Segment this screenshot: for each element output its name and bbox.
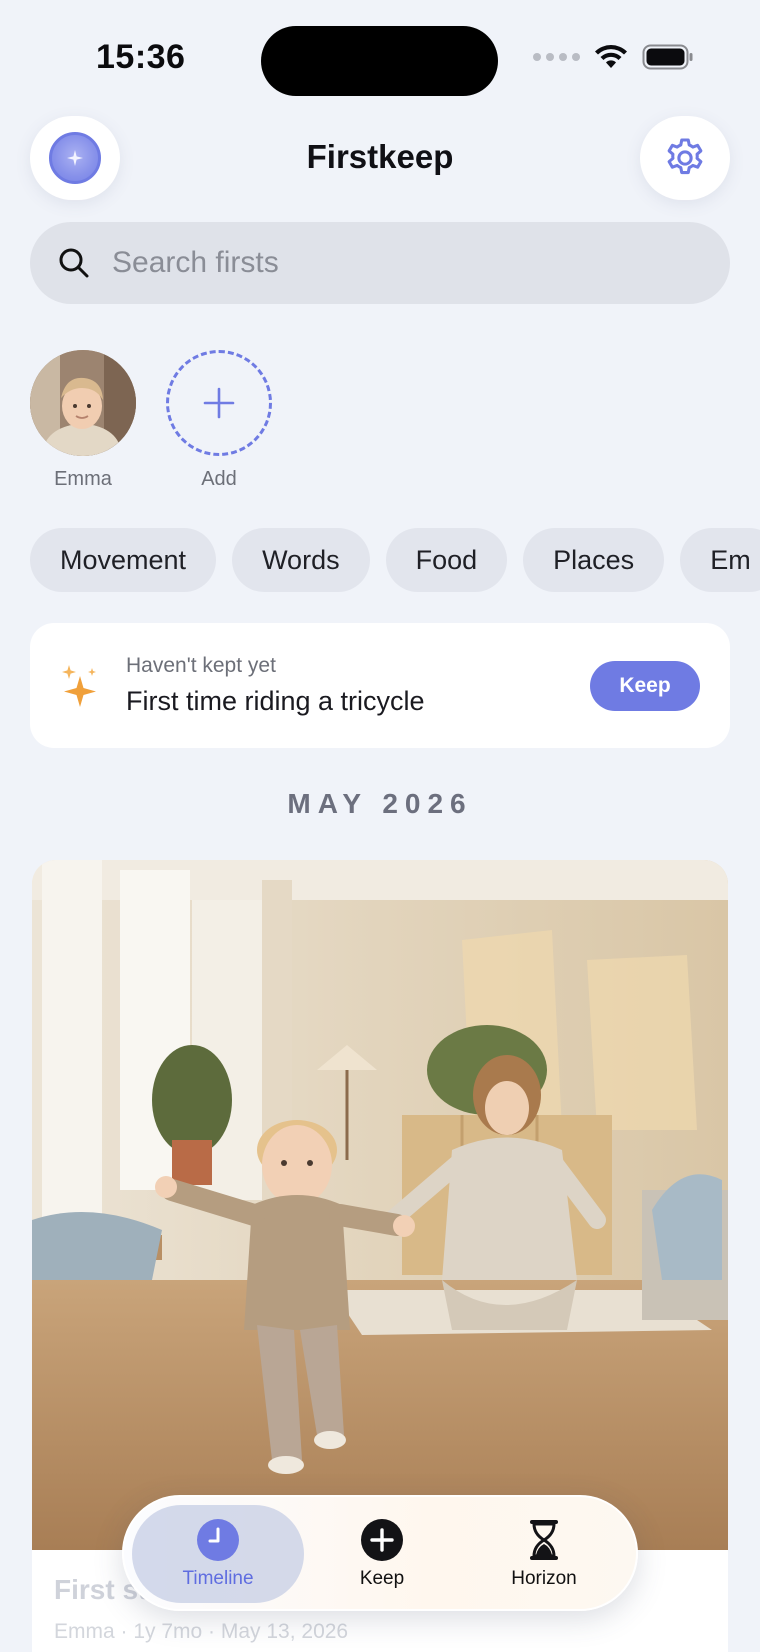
battery-icon: [642, 44, 693, 70]
app-header: Firstkeep: [30, 116, 730, 202]
reminder-text: Haven't kept yet First time riding a tri…: [126, 654, 590, 717]
chip-food[interactable]: Food: [385, 528, 508, 592]
clock-icon: [197, 1519, 239, 1561]
chip-words[interactable]: Words: [232, 528, 370, 592]
category-chips: Movement Words Food Places Em: [30, 528, 760, 592]
cellular-signal-icon: [533, 53, 580, 61]
status-bar: 15:36: [0, 0, 760, 120]
avatar: [30, 350, 136, 456]
memory-photo: [32, 860, 728, 1550]
tab-timeline[interactable]: Timeline: [132, 1505, 304, 1603]
sparkle-icon: [62, 664, 96, 707]
child-emma[interactable]: Emma: [30, 350, 136, 491]
tab-label: Horizon: [511, 1568, 577, 1589]
chip-places[interactable]: Places: [523, 528, 665, 592]
reminder-card: Haven't kept yet First time riding a tri…: [30, 623, 730, 748]
gear-icon: [667, 138, 703, 175]
plus-icon: [203, 387, 235, 419]
app-title: Firstkeep: [306, 138, 454, 175]
reminder-title: First time riding a tricycle: [126, 686, 425, 716]
add-child-label: Add: [201, 468, 237, 490]
tab-keep[interactable]: Keep: [296, 1505, 468, 1603]
status-time: 15:36: [96, 38, 186, 76]
dynamic-island: [261, 26, 498, 96]
search-icon: [59, 248, 89, 278]
tab-label: Keep: [359, 1568, 405, 1589]
reminder-kicker: Haven't kept yet: [126, 654, 276, 677]
wifi-icon: [595, 45, 627, 68]
memory-meta: Emma · 1y 7mo · May 13, 2026: [54, 1620, 349, 1643]
settings-button[interactable]: [640, 116, 730, 200]
status-icons: [533, 44, 694, 70]
tab-horizon[interactable]: Horizon: [458, 1505, 630, 1603]
search-input[interactable]: Search firsts: [112, 246, 279, 280]
add-child-button[interactable]: Add: [166, 350, 272, 491]
add-child-circle: [166, 350, 272, 456]
keep-reminder-button[interactable]: Keep: [590, 660, 700, 711]
plus-circle-icon: [361, 1519, 403, 1561]
children-row: Emma Add: [30, 350, 272, 491]
search-bar[interactable]: Search firsts: [30, 222, 730, 304]
chip-emotions[interactable]: Em: [680, 528, 760, 592]
hourglass-icon: [530, 1520, 558, 1560]
chip-movement[interactable]: Movement: [30, 528, 217, 592]
tab-bar: Timeline Keep Horizon: [122, 1495, 638, 1611]
child-name: Emma: [54, 468, 112, 490]
tab-label: Timeline: [182, 1568, 254, 1589]
month-header: MAY 2026: [287, 788, 473, 819]
